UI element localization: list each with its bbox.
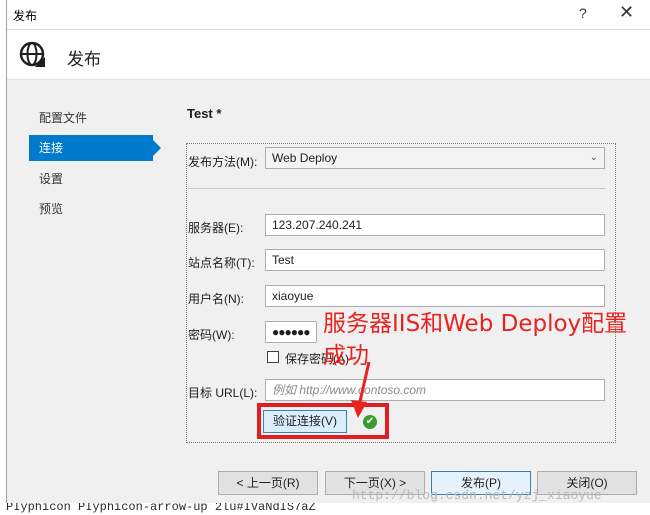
annotation-arrow-icon [351, 361, 371, 418]
title-bar: 发布 ? ✕ [7, 0, 650, 30]
page-title: 发布 [67, 50, 101, 69]
site-name-label: 站点名称(T): [188, 256, 255, 270]
publish-method-select[interactable]: Web Deploy ⌄ [265, 147, 605, 169]
profile-title: Test * [187, 106, 222, 121]
sidebar-item-preview[interactable]: 预览 [29, 196, 153, 222]
target-url-label: 目标 URL(L): [188, 386, 258, 400]
window-title: 发布 [13, 9, 38, 23]
password-label: 密码(W): [188, 328, 235, 342]
help-icon[interactable]: ? [579, 5, 587, 21]
target-url-input[interactable]: 例如 http://www.contoso.com [265, 379, 605, 401]
background-editor-line: PIyphicon PIyphicon-arrow-up 2lu#IVaNdIS… [0, 503, 650, 515]
password-input[interactable]: ●●●●●● [265, 321, 317, 343]
username-label: 用户名(N): [188, 292, 244, 306]
previous-button[interactable]: < 上一页(R) [218, 471, 318, 495]
close-icon[interactable]: ✕ [619, 2, 634, 23]
background-code-text: PIyphicon PIyphicon-arrow-up 2lu#IVaNdIS… [6, 503, 316, 514]
divider [188, 188, 606, 189]
server-label: 服务器(E): [188, 221, 244, 235]
watermark: http://blog.csdn.net/yzj_xiaoyue [352, 488, 602, 503]
save-password-checkbox[interactable] [267, 351, 279, 363]
validate-connection-button[interactable]: 验证连接(V) [263, 410, 347, 433]
sidebar-item-connection[interactable]: 连接 [29, 135, 161, 161]
publish-dialog: 发布 ? ✕ 发布 配置文件 连接 设置 预览 Test * 发布方法(M): … [6, 0, 650, 503]
sidebar-item-settings[interactable]: 设置 [29, 166, 153, 192]
connection-content: Test * 发布方法(M): Web Deploy ⌄ 服务器(E): 123… [157, 80, 650, 460]
publish-method-value: Web Deploy [272, 151, 338, 165]
username-input[interactable]: xiaoyue [265, 285, 605, 307]
site-name-input[interactable]: Test [265, 249, 605, 271]
chevron-down-icon: ⌄ [589, 152, 598, 163]
server-input[interactable]: 123.207.240.241 [265, 214, 605, 236]
method-label: 发布方法(M): [188, 155, 258, 169]
connection-panel: 发布方法(M): Web Deploy ⌄ 服务器(E): 123.207.24… [186, 143, 616, 443]
dialog-header: 发布 [7, 30, 650, 80]
sidebar-item-profile[interactable]: 配置文件 [29, 105, 153, 131]
globe-publish-icon [19, 41, 45, 67]
sidebar-nav: 配置文件 连接 设置 预览 [7, 80, 161, 460]
